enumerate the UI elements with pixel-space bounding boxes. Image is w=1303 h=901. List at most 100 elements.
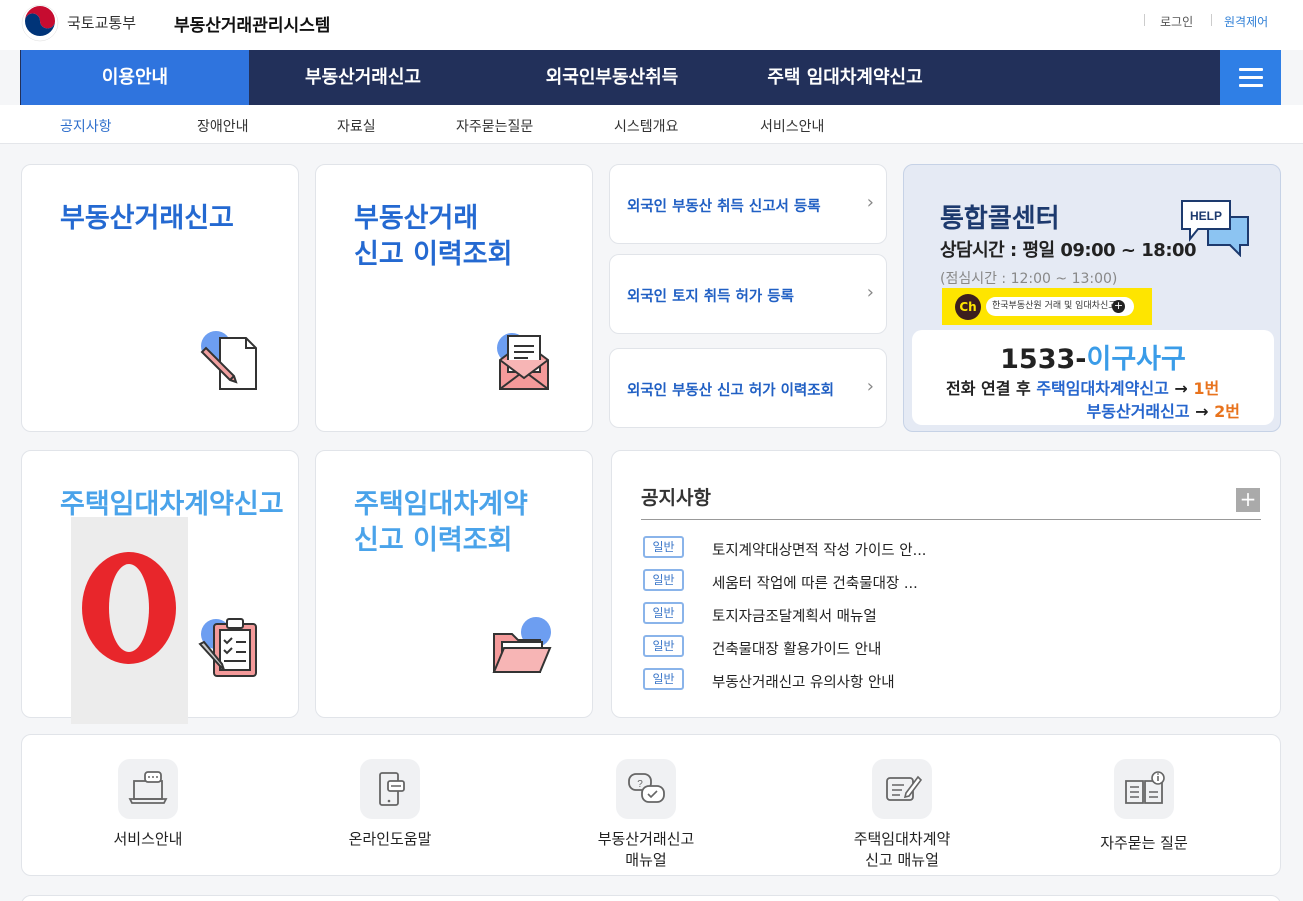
- note-pen-icon: [872, 759, 932, 819]
- divider: [1144, 14, 1145, 26]
- notice-text: 토지자금조달계획서 매뉴얼: [712, 609, 877, 625]
- notice-badge: 일반: [643, 602, 684, 624]
- quick-lease-manual[interactable]: 주택임대차계약 신고 매뉴얼: [812, 759, 992, 871]
- real-estate-report-card[interactable]: 부동산거래신고: [21, 164, 299, 432]
- card-title-line: 신고 이력조회: [354, 525, 513, 556]
- call-center-title: 통합콜센터: [940, 204, 1060, 234]
- quick-label: 서비스안내: [113, 830, 183, 848]
- quick-service-info[interactable]: 서비스안내: [58, 759, 238, 850]
- link-label: 외국인 부동산 신고 허가 이력조회: [627, 383, 834, 399]
- notice-title: 공지사항: [641, 487, 711, 509]
- subnav-faq[interactable]: 자주묻는질문: [456, 116, 533, 136]
- nav-foreigner-acquisition[interactable]: 외국인부동산취득: [497, 50, 727, 105]
- menu-button[interactable]: [1220, 50, 1281, 105]
- notice-item[interactable]: 일반 부동산거래신고 유의사항 안내: [643, 668, 1263, 692]
- notice-text: 세움터 작업에 따른 건축물대장 ...: [712, 576, 918, 592]
- notice-badge: 일반: [643, 536, 684, 558]
- quick-label-line: 부동산거래신고: [597, 830, 695, 848]
- phone-line-2: 부동산거래신고 → 2번: [1087, 398, 1240, 422]
- phone-line-service: 부동산거래신고: [1086, 402, 1190, 421]
- login-link[interactable]: 로그인: [1160, 13, 1193, 30]
- phone-word: 이구사구: [1086, 344, 1186, 375]
- help-badge-text: HELP: [1190, 209, 1222, 223]
- divider: [641, 519, 1261, 520]
- arrow-right-icon: →: [1195, 402, 1209, 421]
- system-title[interactable]: 부동산거래관리시스템: [174, 11, 330, 36]
- notice-badge: 일반: [643, 668, 684, 690]
- mobile-chat-icon: [360, 759, 420, 819]
- notice-item[interactable]: 일반 토지자금조달계획서 매뉴얼: [643, 602, 1263, 626]
- phone-number: 1533-이구사구: [912, 337, 1274, 376]
- notice-item[interactable]: 일반 세움터 작업에 따른 건축물대장 ...: [643, 569, 1263, 593]
- government-emblem-icon[interactable]: [21, 4, 59, 42]
- foreigner-permit-history-link[interactable]: 외국인 부동산 신고 허가 이력조회 ›: [609, 348, 887, 428]
- arrow-right-icon: →: [1174, 379, 1188, 398]
- call-center-hours: 상담시간 : 평일 09:00 ~ 18:00: [940, 240, 1197, 261]
- quick-faq[interactable]: 자주묻는 질문: [1054, 759, 1234, 854]
- quick-report-manual[interactable]: ? 부동산거래신고 매뉴얼: [556, 759, 736, 871]
- report-history-card[interactable]: 부동산거래 신고 이력조회: [315, 164, 593, 432]
- subnav-notice[interactable]: 공지사항: [60, 116, 112, 136]
- laptop-chat-icon: [118, 759, 178, 819]
- notice-badge: 일반: [643, 635, 684, 657]
- mail-icon: [497, 333, 549, 390]
- ministry-name[interactable]: 국토교통부: [67, 12, 136, 33]
- notice-text: 건축물대장 활용가이드 안내: [712, 642, 882, 658]
- sub-navigation: 공지사항 장애안내 자료실 자주묻는질문 시스템개요 서비스안내: [0, 105, 1303, 144]
- nav-usage-guide[interactable]: 이용안내: [21, 50, 249, 105]
- phone-line-1: 전화 연결 후 주택임대차계약신고 → 1번: [946, 375, 1219, 399]
- document-pen-icon: [200, 331, 257, 390]
- foreigner-land-permit-link[interactable]: 외국인 토지 취득 허가 등록 ›: [609, 254, 887, 334]
- folder-icon: [492, 617, 552, 673]
- call-center-panel: 통합콜센터 상담시간 : 평일 09:00 ~ 18:00 (점심시간 : 12…: [903, 164, 1281, 432]
- link-label: 외국인 토지 취득 허가 등록: [627, 289, 794, 305]
- card-title: 부동산거래신고: [60, 203, 234, 234]
- quick-online-help[interactable]: 온라인도움말: [300, 759, 480, 850]
- help-chat-icon: HELP: [1181, 200, 1249, 257]
- card-title: 주택임대차계약 신고 이력조회: [354, 487, 528, 559]
- quick-label-line: 매뉴얼: [625, 851, 667, 869]
- quick-label: 주택임대차계약 신고 매뉴얼: [812, 829, 992, 871]
- call-center-lunch: (점심시간 : 12:00 ~ 13:00): [940, 271, 1118, 287]
- nav-real-estate-report[interactable]: 부동산거래신고: [259, 50, 467, 105]
- clipboard-checklist-icon: [198, 618, 257, 677]
- nav-housing-lease-report[interactable]: 주택 임대차계약신고: [720, 50, 970, 105]
- phone-line-number: 1번: [1193, 379, 1220, 398]
- bottom-panel: [21, 895, 1281, 901]
- quick-label-line: 주택임대차계약: [853, 830, 951, 848]
- subnav-outage[interactable]: 장애안내: [197, 116, 249, 136]
- notice-badge: 일반: [643, 569, 684, 591]
- card-title-line: 부동산거래: [354, 203, 479, 234]
- subnav-service-info[interactable]: 서비스안내: [760, 116, 824, 136]
- card-title-line: 신고 이력조회: [354, 239, 513, 270]
- chevron-right-icon: ›: [866, 376, 874, 397]
- subnav-system-overview[interactable]: 시스템개요: [614, 116, 678, 136]
- foreigner-acquisition-register-link[interactable]: 외국인 부동산 취득 신고서 등록 ›: [609, 164, 887, 244]
- phone-info: 1533-이구사구 전화 연결 후 주택임대차계약신고 → 1번 부동산거래신고…: [912, 330, 1274, 425]
- notice-text: 토지계약대상면적 작성 가이드 안...: [712, 543, 927, 559]
- chevron-right-icon: ›: [866, 282, 874, 303]
- more-plus-button[interactable]: +: [1236, 488, 1260, 512]
- phone-line-number: 2번: [1214, 402, 1240, 421]
- plus-icon: +: [1112, 299, 1125, 313]
- notice-item[interactable]: 일반 토지계약대상면적 작성 가이드 안...: [643, 536, 1263, 560]
- subnav-resources[interactable]: 자료실: [337, 116, 376, 136]
- kakao-channel-button[interactable]: Ch 한국부동산원 거래 및 임대차신고 +: [942, 288, 1152, 325]
- book-info-icon: [1114, 759, 1174, 819]
- svg-text:?: ?: [637, 779, 643, 790]
- opera-logo-overlay: [71, 517, 188, 724]
- quick-label-line: 신고 매뉴얼: [865, 851, 939, 869]
- hamburger-icon: [1239, 68, 1263, 71]
- chevron-right-icon: ›: [866, 192, 874, 213]
- phone-line-service: 주택임대차계약신고: [1036, 379, 1169, 398]
- hamburger-icon: [1239, 84, 1263, 87]
- notice-panel: 공지사항 + 일반 토지계약대상면적 작성 가이드 안... 일반 세움터 작업…: [611, 450, 1281, 718]
- quick-label: 자주묻는 질문: [1100, 834, 1188, 852]
- opera-logo-icon: [82, 552, 176, 664]
- card-title-line: 주택임대차계약: [354, 489, 528, 520]
- card-title: 부동산거래 신고 이력조회: [354, 201, 512, 273]
- remote-control-link[interactable]: 원격제어: [1224, 13, 1268, 30]
- lease-history-card[interactable]: 주택임대차계약 신고 이력조회: [315, 450, 593, 718]
- quick-links-panel: 서비스안내 온라인도움말 ? 부동산거래신고 매뉴얼 주택임대차계약 신고 매뉴…: [21, 734, 1281, 876]
- notice-item[interactable]: 일반 건축물대장 활용가이드 안내: [643, 635, 1263, 659]
